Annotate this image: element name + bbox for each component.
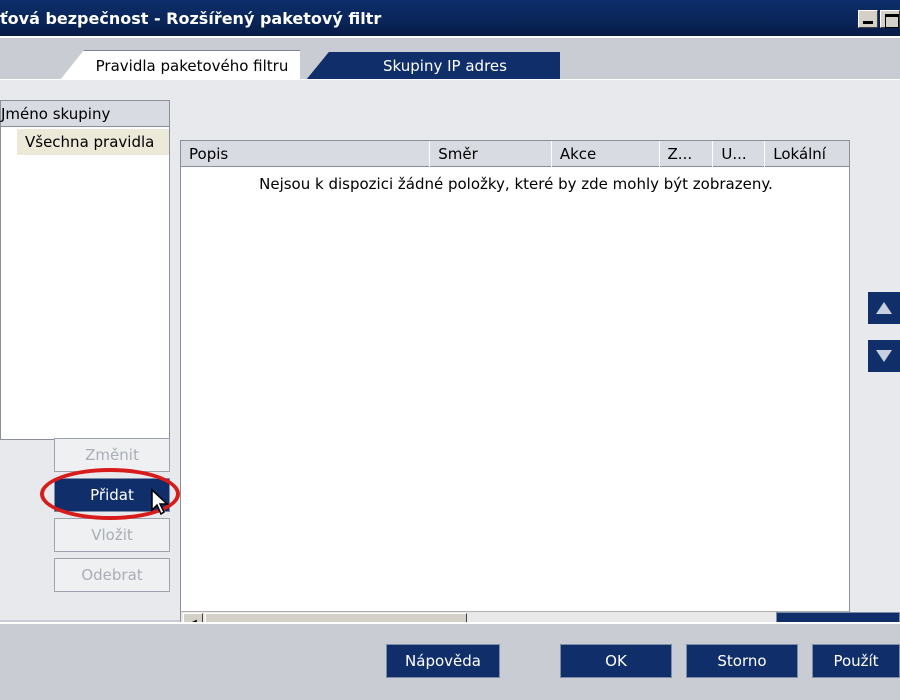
ok-button[interactable]: OK xyxy=(560,644,672,678)
rules-panel: Jméno skupiny Všechna pravidla Změnit Př… xyxy=(0,80,900,646)
arrow-down-icon xyxy=(876,350,892,362)
table-header: Popis Směr Akce Z... U... Lokální xyxy=(181,141,849,167)
rules-table: Popis Směr Akce Z... U... Lokální Nejsou… xyxy=(180,140,850,634)
column-header-local[interactable]: Lokální xyxy=(765,141,849,167)
tab-packet-filter-rules[interactable]: Pravidla paketového filtru xyxy=(60,50,300,80)
dialog-content: Pravidla paketového filtru Skupiny IP ad… xyxy=(0,40,900,646)
column-header-z[interactable]: Z... xyxy=(660,141,714,167)
maximize-button[interactable] xyxy=(880,10,900,28)
column-header-description[interactable]: Popis xyxy=(181,141,431,167)
dialog-footer: Nápověda OK Storno Použít xyxy=(0,622,900,700)
change-button[interactable]: Změnit xyxy=(54,438,170,472)
window-title: ťová bezpečnost - Rozšířený paketový fil… xyxy=(0,9,382,28)
column-header-action[interactable]: Akce xyxy=(552,141,660,167)
mouse-pointer-icon xyxy=(151,488,169,516)
empty-table-message: Nejsou k dispozici žádné položky, které … xyxy=(259,175,773,193)
move-down-button[interactable] xyxy=(868,340,900,372)
insert-button[interactable]: Vložit xyxy=(54,518,170,552)
column-header-u[interactable]: U... xyxy=(713,141,766,167)
column-header-direction[interactable]: Směr xyxy=(430,141,552,167)
remove-button[interactable]: Odebrat xyxy=(54,558,170,592)
group-list: Jméno skupiny Všechna pravidla xyxy=(0,100,170,440)
group-list-header[interactable]: Jméno skupiny xyxy=(1,101,169,127)
title-bar: ťová bezpečnost - Rozšířený paketový fil… xyxy=(0,0,900,38)
move-up-button[interactable] xyxy=(868,292,900,324)
help-button[interactable]: Nápověda xyxy=(386,644,500,678)
apply-button[interactable]: Použít xyxy=(812,644,900,678)
arrow-up-icon xyxy=(876,302,892,314)
tab-ip-address-groups[interactable]: Skupiny IP adres xyxy=(306,52,560,80)
tab-strip: Pravidla paketového filtru Skupiny IP ad… xyxy=(0,40,900,80)
cancel-button[interactable]: Storno xyxy=(686,644,798,678)
group-item-all-rules[interactable]: Všechna pravidla xyxy=(17,129,169,155)
minimize-button[interactable] xyxy=(858,10,878,28)
